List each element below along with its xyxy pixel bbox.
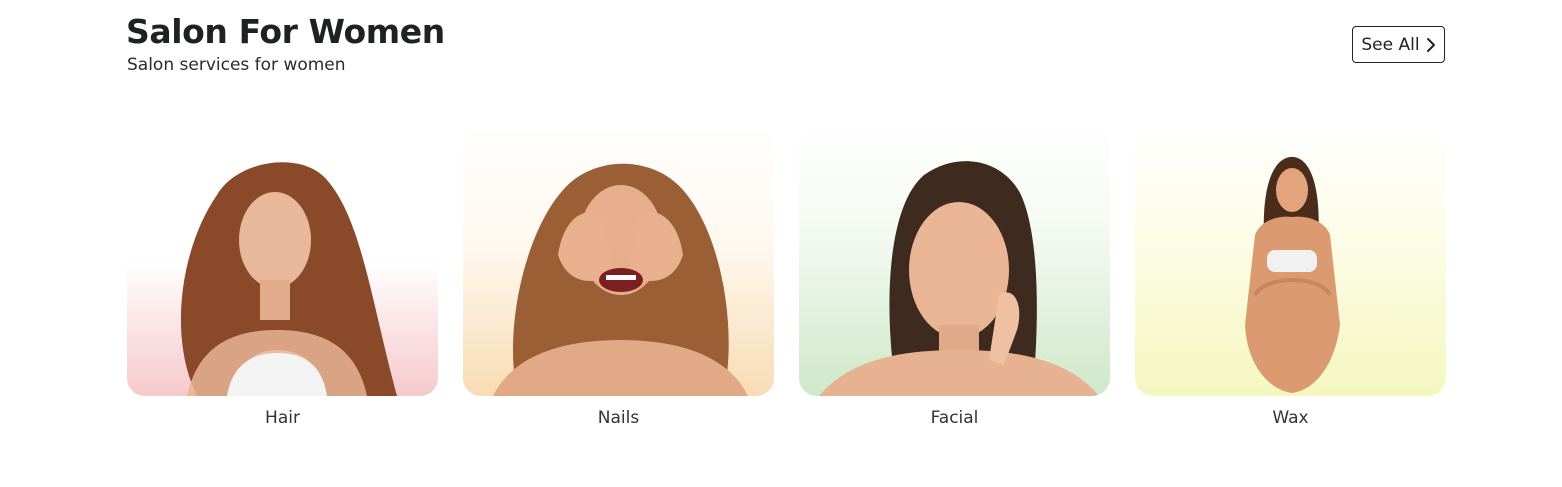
category-card-nails[interactable]: Nails bbox=[463, 125, 774, 430]
category-label: Wax bbox=[1272, 408, 1309, 428]
section-title: Salon For Women bbox=[126, 12, 445, 51]
category-label: Nails bbox=[597, 408, 640, 428]
nails-image[interactable] bbox=[463, 125, 774, 396]
see-all-button[interactable]: See All bbox=[1352, 26, 1445, 63]
category-card-wax[interactable]: Wax bbox=[1135, 125, 1446, 430]
salon-for-women-section: Salon For Women Salon services for women… bbox=[0, 0, 1562, 487]
category-card-facial[interactable]: Facial bbox=[799, 125, 1110, 430]
see-all-label: See All bbox=[1361, 34, 1420, 55]
category-label: Facial bbox=[930, 408, 979, 428]
facial-image[interactable] bbox=[799, 125, 1110, 396]
category-label: Hair bbox=[265, 408, 300, 428]
wax-image[interactable] bbox=[1135, 125, 1446, 396]
hair-image[interactable] bbox=[127, 125, 438, 396]
category-card-hair[interactable]: Hair bbox=[127, 125, 438, 430]
chevron-right-icon bbox=[1426, 37, 1435, 52]
section-subtitle: Salon services for women bbox=[127, 55, 346, 75]
